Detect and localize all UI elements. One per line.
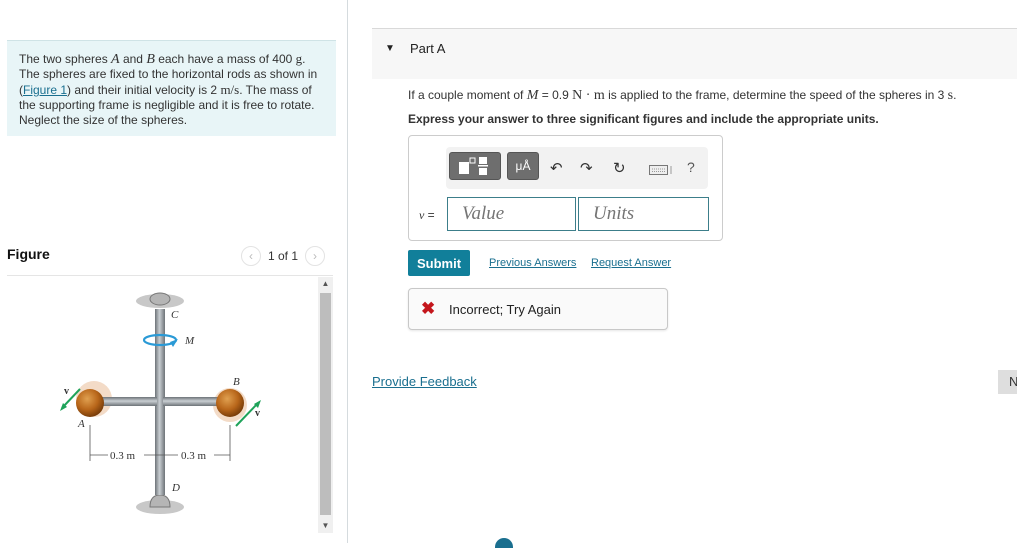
keyboard-icon[interactable]: [649, 162, 673, 179]
scroll-up-icon[interactable]: ▲: [318, 277, 333, 291]
next-button[interactable]: N: [998, 370, 1017, 394]
figure-image: 0.3 m 0.3 m C M B A D v v: [60, 292, 261, 514]
moment-arrowhead: [170, 339, 178, 347]
label-m: M: [184, 335, 195, 347]
feedback-text: Incorrect; Try Again: [449, 302, 561, 317]
chevron-left-icon: ‹: [249, 249, 253, 263]
figure-pager: ‹ 1 of 1 ›: [241, 246, 326, 266]
sphere-a: [76, 389, 104, 417]
help-icon[interactable]: ?: [687, 159, 695, 175]
chevron-right-icon: ›: [313, 249, 318, 263]
top-bearing: [149, 292, 171, 306]
answer-instruction: Express your answer to three significant…: [408, 112, 879, 126]
pager-text: 1 of 1: [268, 249, 299, 263]
question-fragment: = 0.9: [538, 88, 573, 102]
panel-divider: [347, 0, 348, 543]
label-d: D: [171, 482, 180, 494]
submit-button[interactable]: Submit: [408, 250, 470, 276]
problem-intro: The two spheres A and B each have a mass…: [7, 40, 336, 136]
label-v-left: v: [64, 386, 69, 397]
previous-answers-link[interactable]: Previous Answers: [489, 257, 576, 269]
left-rod: [95, 397, 157, 406]
moment-unit: N · m: [572, 88, 605, 103]
figure-title: Figure: [7, 246, 50, 262]
question-fragment: is applied to the frame, determine the s…: [604, 88, 948, 102]
figure-divider: [7, 275, 333, 276]
figure-link[interactable]: Figure 1: [23, 83, 67, 97]
feedback-message: ✖ Incorrect; Try Again: [408, 288, 668, 330]
next-figure-button[interactable]: ›: [305, 246, 326, 266]
question-text: If a couple moment of M = 0.9 N · m is a…: [408, 88, 956, 104]
units-button[interactable]: μÅ: [507, 152, 539, 180]
velocity-unit: m/s: [220, 82, 240, 97]
answer-box: μÅ ↶ ↷ ↻ ? v =: [408, 135, 723, 241]
dimension-right: 0.3 m: [181, 450, 207, 462]
answer-variable-label: v =: [419, 208, 435, 223]
intro-text: each have a mass of 400: [154, 52, 296, 66]
figure-scrollbar[interactable]: ▲ ▼: [318, 277, 333, 533]
sphere-a-symbol: A: [111, 52, 120, 67]
bottom-bearing: [149, 494, 171, 508]
dimension-left: 0.3 m: [110, 450, 136, 462]
request-answer-link[interactable]: Request Answer: [591, 257, 671, 269]
units-input[interactable]: [578, 197, 709, 231]
problem-panel: The two spheres A and B each have a mass…: [0, 0, 348, 543]
templates-button[interactable]: [449, 152, 501, 180]
sphere-b-symbol: B: [146, 52, 155, 67]
incorrect-icon: ✖: [421, 299, 436, 318]
label-v-right: v: [255, 408, 260, 419]
intro-text: and: [119, 52, 147, 66]
undo-icon[interactable]: ↶: [550, 159, 563, 177]
label-c: C: [171, 309, 179, 321]
intro-text: The two spheres: [19, 52, 112, 66]
redo-icon[interactable]: ↷: [580, 159, 593, 177]
label-b: B: [233, 376, 240, 388]
intro-text: ) and their initial velocity is 2: [67, 83, 221, 97]
prev-figure-button[interactable]: ‹: [241, 246, 261, 266]
question-fragment: .: [953, 88, 957, 102]
part-a-header[interactable]: ▼ Part A: [372, 28, 1017, 79]
templates-icon: [459, 157, 488, 175]
question-fragment: If a couple moment of: [408, 88, 527, 102]
moment-symbol: M: [526, 88, 539, 103]
scrollbar-thumb[interactable]: [320, 293, 331, 515]
collapse-caret-icon[interactable]: ▼: [385, 43, 395, 54]
part-a-title: Part A: [410, 41, 446, 56]
partial-circle-icon: [495, 538, 513, 548]
sphere-b: [216, 389, 244, 417]
math-toolbar: μÅ ↶ ↷ ↻ ?: [446, 147, 708, 189]
scroll-down-icon[interactable]: ▼: [318, 519, 333, 533]
provide-feedback-link[interactable]: Provide Feedback: [372, 374, 477, 389]
label-a: A: [77, 418, 85, 430]
reset-icon[interactable]: ↻: [613, 159, 626, 177]
value-input[interactable]: [447, 197, 576, 231]
equals-sign: =: [424, 208, 435, 222]
